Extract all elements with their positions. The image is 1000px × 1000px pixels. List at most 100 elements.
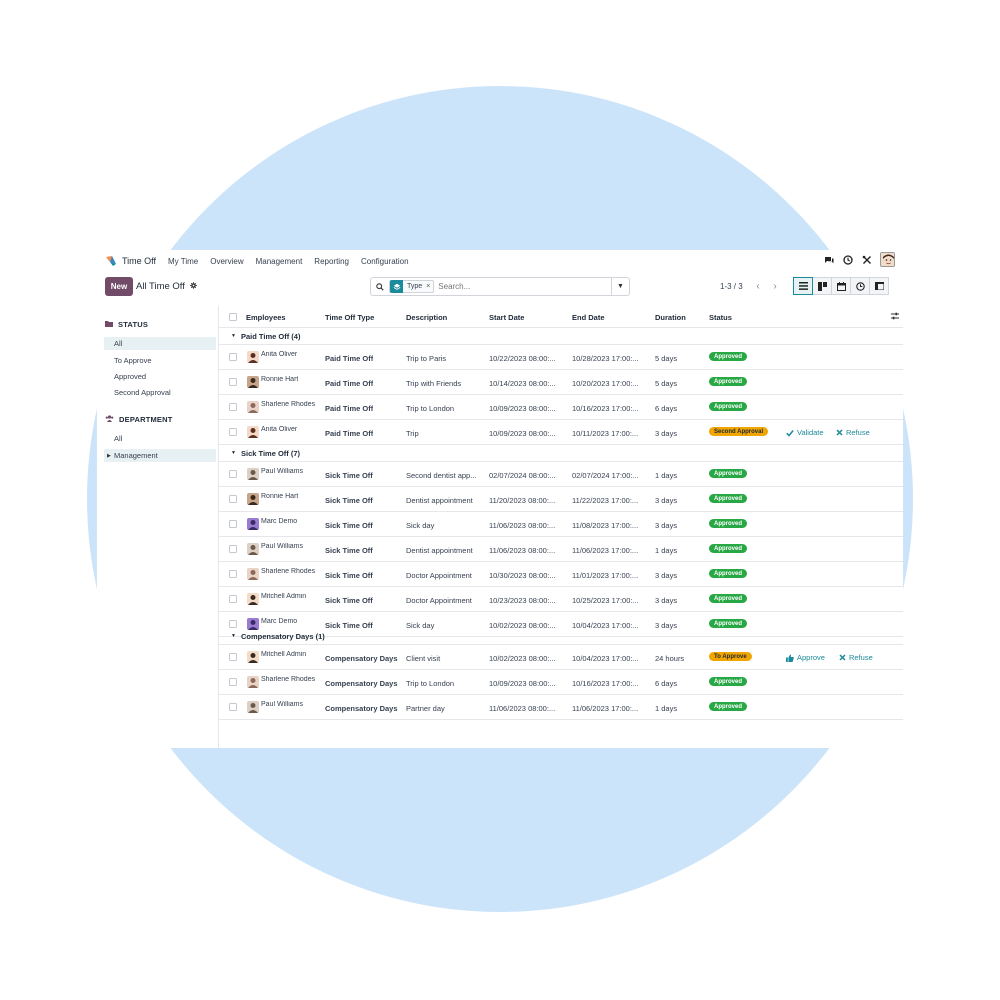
gear-icon[interactable] — [190, 282, 197, 291]
status-item-approved[interactable]: Approved — [104, 370, 216, 383]
chevron-right-icon[interactable]: › — [768, 278, 782, 295]
row-checkbox[interactable] — [229, 378, 237, 386]
duration: 3 days — [655, 571, 678, 580]
table-row[interactable]: Ronnie Hart Sick Time Off Dentist appointm… — [219, 487, 903, 512]
department-header-label: DEPARTMENT — [119, 415, 173, 424]
row-checkbox[interactable] — [229, 353, 237, 361]
employee-name: Paul Williams — [261, 468, 304, 475]
clock-icon[interactable] — [842, 254, 854, 266]
sliders-icon[interactable] — [891, 312, 899, 322]
description: Second dentist app... — [406, 471, 477, 480]
time-off-type: Sick Time Off — [325, 546, 373, 555]
table-row[interactable]: Anita Oliver Paid Time Off Trip to Paris 10… — [219, 345, 903, 370]
department-item-management[interactable]: ▶ Management — [104, 449, 216, 462]
caret-down-icon: ▼ — [231, 633, 236, 639]
table-row[interactable]: Sharlene Rhodes Sick Time Off Doctor Appoi… — [219, 562, 903, 587]
status-badge: Approved — [709, 519, 748, 528]
status-item-second-approval[interactable]: Second Approval — [104, 386, 216, 399]
employee-name: Marc Demo — [261, 518, 298, 525]
row-checkbox[interactable] — [229, 620, 237, 628]
column-duration[interactable]: Duration — [655, 313, 686, 322]
department-item-all[interactable]: All — [104, 432, 216, 445]
column-start-date[interactable]: Start Date — [489, 313, 524, 322]
table-row[interactable]: Paul Williams Sick Time Off Second dentist… — [219, 462, 903, 487]
employee-name: Marc Demo — [261, 618, 298, 625]
facet-remove-icon[interactable]: × — [426, 283, 433, 290]
user-avatar[interactable] — [880, 252, 895, 267]
status-header: STATUS — [105, 320, 148, 329]
start-date: 10/09/2023 08:00:... — [489, 404, 556, 413]
calendar-view-icon[interactable] — [831, 277, 851, 295]
employee-avatar — [247, 518, 259, 530]
time-off-type: Sick Time Off — [325, 596, 373, 605]
table-row[interactable]: Marc Demo Sick Time Off Sick day 11/06/2023… — [219, 512, 903, 537]
group-row[interactable]: ▼ Compensatory Days (1) — [219, 628, 903, 645]
search-icon[interactable] — [371, 282, 389, 291]
table-row[interactable]: Paul Williams Sick Time Off Dentist appoin… — [219, 537, 903, 562]
row-checkbox[interactable] — [229, 545, 237, 553]
row-checkbox[interactable] — [229, 595, 237, 603]
time-off-type: Compensatory Days — [325, 654, 398, 663]
menu-reporting[interactable]: Reporting — [314, 257, 349, 266]
validate-button[interactable]: Validate — [786, 428, 824, 437]
end-date: 11/06/2023 17:00:... — [572, 704, 639, 713]
menu-overview[interactable]: Overview — [210, 257, 243, 266]
employee-avatar — [247, 543, 259, 555]
caret-down-icon[interactable]: ▼ — [611, 278, 629, 295]
new-button[interactable]: New — [105, 277, 133, 296]
caret-right-icon[interactable]: ▶ — [107, 453, 111, 459]
row-checkbox[interactable] — [229, 520, 237, 528]
table-row[interactable]: Ronnie Hart Paid Time Off Trip with Friend… — [219, 370, 903, 395]
group-label: Paid Time Off (4) — [241, 332, 301, 341]
column-end-date[interactable]: End Date — [572, 313, 605, 322]
close-icon — [839, 654, 846, 661]
search-facet[interactable]: Type × — [389, 280, 435, 293]
table-row[interactable]: Paul Williams Compensatory Days Partner da… — [219, 695, 903, 720]
column-description[interactable]: Description — [406, 313, 447, 322]
table-row[interactable]: Mitchell Admin Compensatory Days Client vi… — [219, 645, 903, 670]
time-off-type: Sick Time Off — [325, 496, 373, 505]
tools-icon[interactable] — [861, 254, 873, 266]
search-input[interactable] — [438, 282, 611, 291]
status-item-all[interactable]: All — [104, 337, 216, 350]
menu-management[interactable]: Management — [256, 257, 303, 266]
activity-view-icon[interactable] — [850, 277, 870, 295]
description: Partner day — [406, 704, 445, 713]
select-all-checkbox[interactable] — [229, 313, 237, 321]
menu-my-time[interactable]: My Time — [168, 257, 198, 266]
approve-button[interactable]: Approve — [786, 653, 825, 662]
row-checkbox[interactable] — [229, 570, 237, 578]
column-time-off-type[interactable]: Time Off Type — [325, 313, 374, 322]
column-employees[interactable]: Employees — [246, 313, 286, 322]
status-item-to-approve[interactable]: To Approve — [104, 354, 216, 367]
table-row[interactable]: Sharlene Rhodes Compensatory Days Trip to … — [219, 670, 903, 695]
end-date: 10/25/2023 17:00:... — [572, 596, 639, 605]
start-date: 02/07/2024 08:00:... — [489, 471, 556, 480]
row-checkbox[interactable] — [229, 703, 237, 711]
row-checkbox[interactable] — [229, 403, 237, 411]
row-checkbox[interactable] — [229, 678, 237, 686]
group-row[interactable]: ▼ Sick Time Off (7) — [219, 445, 903, 462]
pivot-view-icon[interactable] — [869, 277, 889, 295]
row-checkbox[interactable] — [229, 653, 237, 661]
pager-value[interactable]: 1-3 / 3 — [720, 282, 743, 291]
list-view-icon[interactable] — [793, 277, 813, 295]
refuse-button[interactable]: Refuse — [836, 428, 870, 437]
refuse-button[interactable]: Refuse — [839, 653, 873, 662]
table-row[interactable]: Mitchell Admin Sick Time Off Doctor Appoin… — [219, 587, 903, 612]
table-row[interactable]: Sharlene Rhodes Paid Time Off Trip to Lond… — [219, 395, 903, 420]
row-checkbox[interactable] — [229, 470, 237, 478]
row-checkbox[interactable] — [229, 495, 237, 503]
chevron-left-icon[interactable]: ‹ — [751, 278, 765, 295]
column-status[interactable]: Status — [709, 313, 732, 322]
menu-configuration[interactable]: Configuration — [361, 257, 409, 266]
kanban-view-icon[interactable] — [812, 277, 832, 295]
chat-icon[interactable] — [823, 254, 835, 266]
group-row[interactable]: ▼ Paid Time Off (4) — [219, 328, 903, 345]
employee-avatar — [247, 401, 259, 413]
facet-label: Type — [407, 283, 423, 290]
table-row[interactable]: Anita Oliver Paid Time Off Trip 10/09/2023 … — [219, 420, 903, 445]
app-brand[interactable]: Time Off — [105, 255, 168, 267]
employee-name: Paul Williams — [261, 543, 304, 550]
row-checkbox[interactable] — [229, 428, 237, 436]
